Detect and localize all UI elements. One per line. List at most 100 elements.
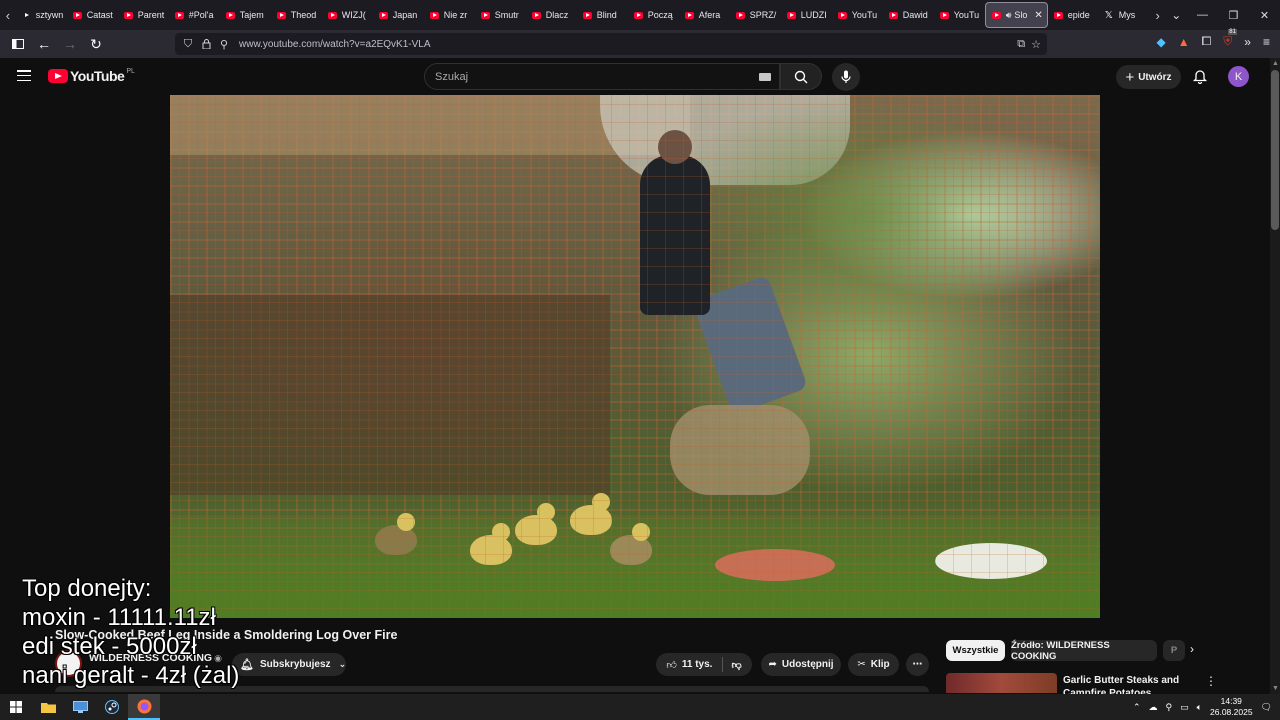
recommendation-thumbnail[interactable]: [946, 673, 1057, 693]
usb-icon[interactable]: ⚲: [1166, 702, 1173, 713]
tabs-scroll-left-button[interactable]: ‹: [0, 0, 16, 30]
scroll-down-icon[interactable]: ▼: [1272, 685, 1279, 692]
tab[interactable]: Parent: [118, 2, 169, 28]
clip-button[interactable]: ✂ Klip: [848, 653, 899, 676]
tab[interactable]: Dawid: [883, 2, 934, 28]
speaker-icon[interactable]: 🔊︎: [1006, 10, 1012, 21]
window-controls: — ❐ ✕: [1187, 0, 1280, 30]
extensions-puzzle-icon[interactable]: ⧠: [1202, 34, 1212, 49]
tab[interactable]: Afera: [679, 2, 730, 28]
page-scrollbar[interactable]: ▲ ▼: [1270, 58, 1280, 694]
tab[interactable]: epide: [1048, 2, 1099, 28]
tab[interactable]: Smutr: [475, 2, 526, 28]
recommendation-title[interactable]: Garlic Butter Steaks and Campfire Potato…: [1063, 674, 1193, 694]
tab[interactable]: Począ: [628, 2, 679, 28]
cloud-icon[interactable]: ☁: [1149, 702, 1158, 713]
share-button[interactable]: ➦ Udostępnij: [761, 653, 841, 676]
chip-partial[interactable]: P: [1163, 640, 1185, 661]
youtube-favicon-icon: [633, 11, 643, 19]
dislike-icon[interactable]: 👎︎: [731, 659, 741, 671]
tab[interactable]: Nie zr: [424, 2, 475, 28]
chip-all[interactable]: Wszystkie: [946, 640, 1005, 661]
tab[interactable]: YouTu: [832, 2, 883, 28]
video-player[interactable]: [170, 95, 1100, 618]
tab[interactable]: Theod: [271, 2, 322, 28]
close-tab-icon[interactable]: ✕: [1034, 10, 1042, 21]
tab[interactable]: 𝕏 Mys: [1099, 2, 1150, 28]
address-bar[interactable]: ⛉ ⚲ www.youtube.com/watch?v=a2EQvK1-VLA …: [175, 33, 1047, 55]
more-vertical-icon[interactable]: ⋮: [1205, 674, 1217, 688]
restore-button[interactable]: ❐: [1218, 0, 1249, 30]
keyboard-icon[interactable]: [759, 72, 771, 81]
tab[interactable]: SPRZ/: [730, 2, 781, 28]
guide-menu-icon[interactable]: [17, 70, 31, 81]
fox-extension-icon[interactable]: ▲: [1178, 35, 1190, 49]
tracking-shield-icon[interactable]: ⛉: [179, 38, 197, 51]
tab[interactable]: Japan: [373, 2, 424, 28]
like-dislike-group: 👍︎ 11 tys. 👎︎: [656, 653, 752, 676]
minimize-button[interactable]: —: [1187, 0, 1218, 30]
voice-search-button[interactable]: [832, 63, 860, 91]
like-count[interactable]: 11 tys.: [682, 659, 713, 670]
clock-time: 14:39: [1220, 696, 1242, 706]
tab[interactable]: YouTu: [934, 2, 985, 28]
tab[interactable]: #Pol'a: [169, 2, 220, 28]
ublock-extension-icon[interactable]: ⛨ 81: [1223, 29, 1237, 49]
chevron-right-icon[interactable]: ›: [1190, 642, 1194, 656]
tab[interactable]: Blind: [577, 2, 628, 28]
tab[interactable]: LUDZI: [781, 2, 832, 28]
vpn-extension-icon[interactable]: ◆: [1157, 35, 1166, 49]
tab-label: Slo: [1014, 10, 1028, 20]
youtube-favicon-icon: [429, 11, 439, 19]
file-explorer-icon[interactable]: [32, 694, 64, 720]
tab-active[interactable]: 🔊︎ Slo ✕: [984, 2, 1048, 28]
monitor-app-icon[interactable]: [64, 694, 96, 720]
search-button[interactable]: [780, 63, 822, 90]
tab-label: Japan: [392, 10, 418, 20]
tab-label: Tajem: [239, 10, 264, 20]
back-button[interactable]: ←: [32, 32, 56, 56]
tab[interactable]: Tajem: [220, 2, 271, 28]
forward-button[interactable]: →: [58, 32, 82, 56]
bookmark-star-icon[interactable]: ☆: [1031, 38, 1041, 51]
reload-button[interactable]: ↻: [84, 32, 108, 56]
like-icon[interactable]: 👍︎: [666, 659, 676, 671]
create-button[interactable]: + Utwórz: [1116, 65, 1181, 89]
tab[interactable]: Catast: [67, 2, 118, 28]
volume-icon[interactable]: 🔈︎: [1197, 702, 1202, 713]
windows-start-icon[interactable]: [0, 694, 32, 720]
notification-center-icon[interactable]: 🗨︎: [1261, 702, 1272, 713]
steam-icon[interactable]: [96, 694, 128, 720]
close-window-button[interactable]: ✕: [1249, 0, 1280, 30]
chip-source-channel[interactable]: Źródło: WILDERNESS COOKING: [1011, 640, 1157, 662]
chevron-up-icon[interactable]: ⌃: [1133, 702, 1141, 713]
tabs-scroll-right-button[interactable]: ›: [1150, 0, 1166, 30]
sidebar-toggle-icon[interactable]: [6, 32, 30, 56]
create-label: Utwórz: [1138, 71, 1172, 83]
tab[interactable]: Dlacz: [526, 2, 577, 28]
tab-label: Parent: [137, 10, 165, 20]
overflow-menu-icon[interactable]: »: [1244, 35, 1251, 49]
subscribed-button[interactable]: 🔔︎ Subskrybujesz ⌄: [232, 653, 346, 676]
account-avatar[interactable]: K: [1228, 66, 1249, 87]
search-input[interactable]: Szukaj: [424, 63, 780, 90]
clock[interactable]: 14:39 26.08.2025: [1210, 696, 1253, 718]
lock-icon[interactable]: [197, 39, 215, 49]
tab[interactable]: sztywn: [16, 2, 67, 28]
firefox-icon[interactable]: [128, 694, 160, 720]
notifications-bell-icon[interactable]: [1192, 68, 1208, 85]
youtube-favicon-icon: [582, 11, 592, 19]
tab[interactable]: WIZJ(: [322, 2, 373, 28]
toolbar-extensions: ◆ ▲ ⧠ ⛨ 81 » ≡: [1157, 29, 1270, 49]
youtube-favicon-icon: [225, 11, 235, 19]
picture-in-picture-icon[interactable]: ⧉: [1017, 38, 1025, 51]
permissions-icon[interactable]: ⚲: [215, 38, 233, 51]
more-actions-button[interactable]: ⋯: [906, 653, 929, 676]
list-all-tabs-button[interactable]: ⌄: [1166, 0, 1187, 30]
scrollbar-thumb[interactable]: [1271, 70, 1279, 230]
tab-label: LUDZI: [800, 10, 827, 20]
network-icon[interactable]: ▭: [1180, 702, 1189, 713]
youtube-logo[interactable]: YouTube PL: [48, 68, 135, 84]
scroll-up-icon[interactable]: ▲: [1272, 60, 1279, 67]
app-menu-icon[interactable]: ≡: [1263, 35, 1270, 49]
